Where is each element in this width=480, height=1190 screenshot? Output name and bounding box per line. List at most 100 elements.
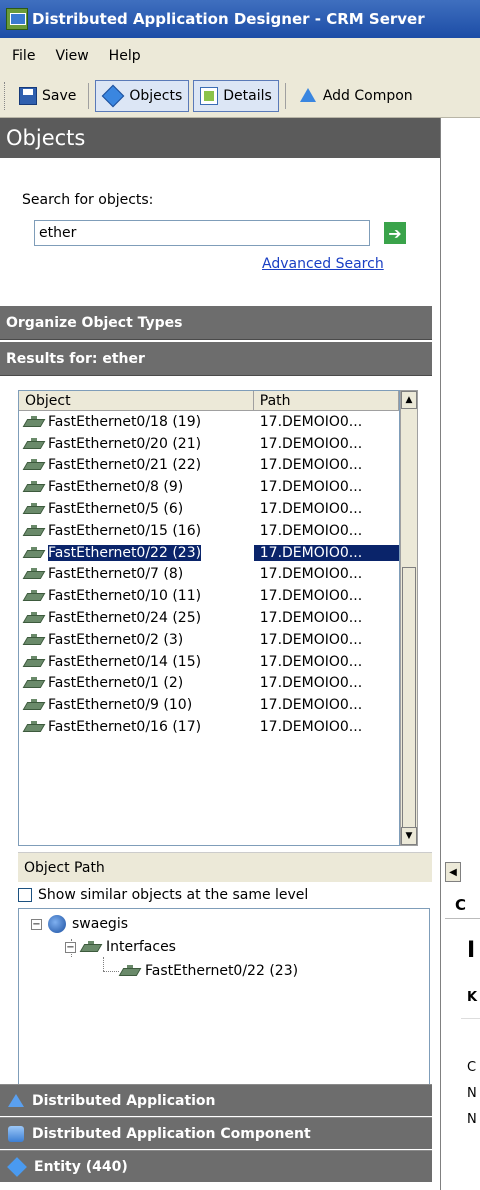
results-row[interactable]: FastEthernet0/24 (25) 17.DEMOIO0... bbox=[19, 607, 399, 629]
results-cell-object: FastEthernet0/24 (25) bbox=[19, 610, 254, 626]
results-cell-object: FastEthernet0/15 (16) bbox=[19, 523, 254, 539]
wunderbar-distributed-application[interactable]: Distributed Application bbox=[0, 1084, 432, 1116]
results-row[interactable]: FastEthernet0/2 (3) 17.DEMOIO0... bbox=[19, 629, 399, 651]
object-name: FastEthernet0/21 (22) bbox=[48, 457, 202, 474]
search-label: Search for objects: bbox=[22, 192, 154, 208]
menu-help[interactable]: Help bbox=[109, 48, 141, 64]
interface-icon bbox=[25, 415, 43, 428]
results-cell-path: 17.DEMOIO0... bbox=[259, 610, 363, 627]
menu-file[interactable]: File bbox=[12, 48, 35, 64]
details-key-label: K bbox=[467, 990, 478, 1005]
device-icon bbox=[48, 915, 66, 933]
scroll-thumb[interactable] bbox=[402, 567, 416, 831]
object-name: FastEthernet0/14 (15) bbox=[48, 653, 202, 670]
results-cell-object: FastEthernet0/5 (6) bbox=[19, 501, 254, 517]
tree-node-leaf[interactable]: FastEthernet0/22 (23) bbox=[121, 963, 298, 979]
object-path-header: Object Path bbox=[18, 852, 432, 882]
window-title: Distributed Application Designer - CRM S… bbox=[32, 10, 425, 28]
wunderbar-label: Distributed Application bbox=[32, 1092, 216, 1109]
results-cell-object: FastEthernet0/22 (23) bbox=[19, 544, 254, 561]
tree-node-interfaces[interactable]: − Interfaces bbox=[65, 939, 176, 955]
save-label: Save bbox=[42, 87, 77, 104]
organize-object-types-bar[interactable]: Organize Object Types bbox=[0, 306, 432, 340]
wunderbar-entity[interactable]: Entity (440) bbox=[0, 1150, 432, 1182]
tree-node-root[interactable]: − swaegis bbox=[31, 915, 128, 933]
collapse-icon[interactable]: − bbox=[31, 918, 42, 930]
results-header-bar: Results for: ether bbox=[0, 342, 432, 376]
results-cell-path: 17.DEMOIO0... bbox=[259, 457, 363, 474]
results-row[interactable]: FastEthernet0/8 (9) 17.DEMOIO0... bbox=[19, 476, 399, 498]
title-bar: Distributed Application Designer - CRM S… bbox=[0, 0, 480, 38]
object-name: FastEthernet0/15 (16) bbox=[48, 522, 202, 539]
advanced-search-link[interactable]: Advanced Search bbox=[262, 256, 384, 272]
interface-icon bbox=[25, 590, 43, 602]
results-list[interactable]: Object Path FastEthernet0/18 (19) 17.DEMO… bbox=[18, 390, 400, 846]
interface-icon bbox=[25, 655, 43, 668]
results-row[interactable]: FastEthernet0/9 (10) 17.DEMOIO0... bbox=[19, 694, 399, 716]
menu-view[interactable]: View bbox=[55, 48, 88, 64]
results-cell-object: FastEthernet0/8 (9) bbox=[19, 479, 254, 495]
object-name: FastEthernet0/24 (25) bbox=[48, 610, 202, 627]
results-row[interactable]: FastEthernet0/20 (21) 17.DEMOIO0... bbox=[19, 433, 399, 455]
object-name: FastEthernet0/20 (21) bbox=[48, 435, 202, 452]
scroll-down-icon[interactable]: ▼ bbox=[401, 827, 417, 845]
results-row[interactable]: FastEthernet0/10 (11) 17.DEMOIO0... bbox=[19, 585, 399, 607]
interface-icon bbox=[25, 546, 43, 559]
results-cell-path: 17.DEMOIO0... bbox=[259, 697, 363, 714]
results-row[interactable]: FastEthernet0/15 (16) 17.DEMOIO0... bbox=[19, 520, 399, 542]
object-path-tree: − swaegis − Interfaces FastEthernet0/22 … bbox=[18, 908, 430, 1086]
results-row[interactable]: FastEthernet0/21 (22) 17.DEMOIO0... bbox=[19, 455, 399, 477]
toolbar-separator bbox=[88, 82, 90, 109]
results-row[interactable]: FastEthernet0/18 (19) 17.DEMOIO0... bbox=[19, 411, 399, 433]
results-cell-path: 17.DEMOIO0... bbox=[259, 413, 363, 430]
results-cell-path: 17.DEMOIO0... bbox=[259, 435, 363, 452]
interface-icon bbox=[25, 481, 43, 493]
results-cell-path: 17.DEMOIO0... bbox=[259, 522, 363, 539]
app-icon bbox=[6, 8, 28, 30]
divider bbox=[445, 918, 480, 919]
interface-icon bbox=[82, 941, 100, 953]
wunderbar-distributed-application-component[interactable]: Distributed Application Component bbox=[0, 1117, 432, 1149]
column-path[interactable]: Path bbox=[254, 391, 399, 410]
details-label: Details bbox=[223, 87, 272, 104]
toolbar-grip[interactable] bbox=[4, 81, 7, 110]
interface-icon bbox=[25, 612, 43, 624]
details-line: N bbox=[467, 1112, 477, 1127]
results-cell-path: 17.DEMOIO0... bbox=[259, 501, 363, 518]
scroll-up-icon[interactable]: ▲ bbox=[401, 391, 417, 409]
details-pane: ◀ C I K C N N bbox=[440, 118, 480, 1190]
interface-icon bbox=[25, 677, 43, 689]
results-cell-object: FastEthernet0/9 (10) bbox=[19, 697, 254, 713]
objects-icon bbox=[102, 84, 125, 107]
results-cell-object: FastEthernet0/21 (22) bbox=[19, 457, 254, 473]
show-similar-option[interactable]: Show similar objects at the same level bbox=[18, 884, 418, 906]
add-component-label: Add Compon bbox=[322, 87, 413, 104]
details-line: C bbox=[467, 1060, 477, 1075]
results-row[interactable]: FastEthernet0/22 (23) 17.DEMOIO0... bbox=[19, 542, 399, 564]
toolbar-separator bbox=[284, 82, 286, 109]
collapse-icon[interactable]: − bbox=[65, 941, 76, 953]
tree-node-leaf-label: FastEthernet0/22 (23) bbox=[145, 963, 299, 979]
save-button[interactable]: Save bbox=[13, 80, 82, 112]
search-input[interactable] bbox=[34, 220, 370, 246]
results-row[interactable]: FastEthernet0/14 (15) 17.DEMOIO0... bbox=[19, 651, 399, 673]
results-row[interactable]: FastEthernet0/16 (17) 17.DEMOIO0... bbox=[19, 716, 399, 738]
results-scrollbar[interactable]: ▲ ▼ bbox=[400, 390, 418, 846]
add-component-button[interactable]: Add Compon bbox=[292, 80, 419, 112]
details-tab[interactable]: C bbox=[455, 896, 466, 914]
results-row[interactable]: FastEthernet0/1 (2) 17.DEMOIO0... bbox=[19, 673, 399, 695]
results-row[interactable]: FastEthernet0/7 (8) 17.DEMOIO0... bbox=[19, 564, 399, 586]
objects-button[interactable]: Objects bbox=[95, 79, 190, 112]
show-similar-checkbox[interactable] bbox=[18, 888, 32, 902]
search-go-button[interactable]: ➔ bbox=[384, 222, 406, 244]
details-button[interactable]: Details bbox=[193, 79, 279, 112]
results-cell-path: 17.DEMOIO0... bbox=[259, 719, 363, 736]
tree-node-root-label: swaegis bbox=[72, 916, 129, 932]
tree-node-interfaces-label: Interfaces bbox=[106, 939, 176, 955]
interface-icon bbox=[25, 524, 43, 537]
scroll-left-icon[interactable]: ◀ bbox=[445, 862, 461, 882]
results-row[interactable]: FastEthernet0/5 (6) 17.DEMOIO0... bbox=[19, 498, 399, 520]
column-object[interactable]: Object bbox=[19, 391, 254, 410]
save-icon bbox=[19, 86, 37, 105]
results-cell-object: FastEthernet0/10 (11) bbox=[19, 588, 254, 604]
